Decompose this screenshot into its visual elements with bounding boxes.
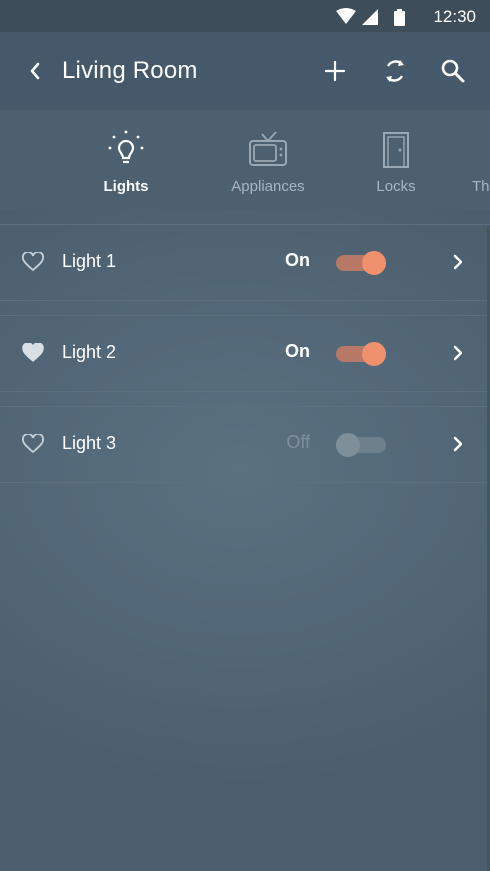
device-row[interactable]: Light 2 On	[0, 315, 490, 391]
device-name: Light 2	[62, 342, 117, 362]
divider	[0, 300, 490, 301]
door-icon	[383, 132, 409, 168]
chevron-left-icon	[30, 62, 40, 80]
device-state: Off	[286, 432, 310, 452]
battery-icon	[394, 11, 405, 26]
divider	[0, 391, 490, 392]
power-toggle[interactable]	[336, 433, 390, 457]
divider	[0, 482, 490, 483]
tab-appliances[interactable]: Appliances	[208, 110, 328, 210]
add-button[interactable]	[318, 54, 352, 88]
chevron-right-icon[interactable]	[450, 343, 466, 363]
search-icon	[441, 59, 465, 83]
tv-icon	[249, 131, 287, 166]
device-state: On	[285, 250, 310, 270]
device-row[interactable]: Light 1 On	[0, 224, 490, 300]
chevron-right-icon[interactable]	[450, 252, 466, 272]
tab-lights[interactable]: Lights	[66, 110, 186, 210]
power-toggle[interactable]	[336, 342, 390, 366]
tab-locks[interactable]: Locks	[336, 110, 456, 210]
app-bar: Living Room	[0, 32, 490, 110]
status-icons	[336, 8, 405, 26]
heart-outline-icon[interactable]	[22, 252, 44, 272]
device-state: On	[285, 341, 310, 361]
device-name: Light 1	[62, 251, 117, 271]
heart-filled-icon[interactable]	[22, 343, 44, 363]
page-title: Living Room	[62, 57, 198, 84]
tab-label: Lights	[103, 178, 149, 195]
sync-button[interactable]	[378, 54, 412, 88]
tab-label: Locks	[376, 178, 416, 195]
sync-icon	[386, 60, 404, 82]
tab-label: Appliances	[231, 178, 305, 195]
heart-outline-icon[interactable]	[22, 434, 44, 454]
category-tabs: Lights Appliances Locks Th	[0, 110, 490, 210]
chevron-right-icon[interactable]	[450, 434, 466, 454]
lightbulb-icon	[108, 130, 144, 164]
tab-partial[interactable]: Th	[464, 110, 490, 210]
power-toggle[interactable]	[336, 251, 390, 275]
device-name: Light 3	[62, 433, 117, 453]
device-row[interactable]: Light 3 Off	[0, 406, 490, 482]
tab-other[interactable]	[0, 110, 28, 210]
clock: 12:30	[433, 7, 476, 26]
back-button[interactable]	[22, 56, 50, 86]
signal-icon	[362, 9, 378, 25]
wifi-icon	[336, 8, 356, 24]
plus-icon	[324, 60, 346, 82]
status-bar: 12:30	[0, 0, 490, 32]
search-button[interactable]	[436, 54, 470, 88]
tab-label: Th	[472, 178, 490, 195]
